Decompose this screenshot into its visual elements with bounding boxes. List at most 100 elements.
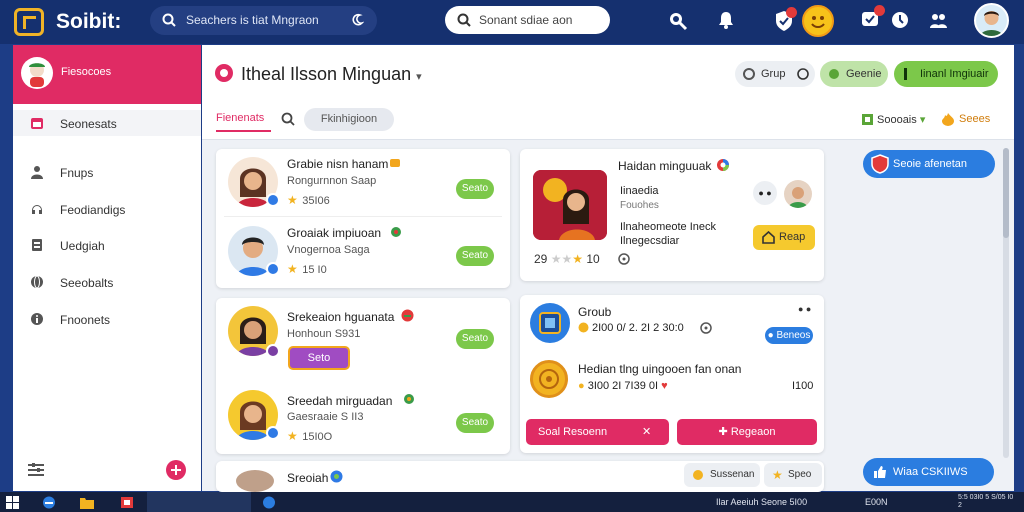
reap-button[interactable]: Reap — [753, 225, 815, 250]
seato-button[interactable]: Seato — [456, 329, 494, 349]
sidebar-item-uedgiah[interactable]: Uedgiah — [13, 234, 201, 258]
group-tag[interactable]: ● Beneos — [765, 327, 813, 344]
more-options-icon[interactable]: ● ● — [798, 304, 811, 314]
bell-icon[interactable] — [716, 10, 736, 30]
sidebar-item-label: Fnoonets — [60, 313, 111, 327]
moon-icon[interactable] — [350, 13, 364, 27]
seato-button[interactable]: Seato — [456, 413, 494, 433]
scrollbar-track[interactable] — [1003, 148, 1009, 458]
seato-button[interactable]: Seato — [456, 246, 494, 266]
notification-icon[interactable] — [860, 5, 885, 30]
filter-chip[interactable]: Fkinhigioon — [304, 108, 394, 131]
feature-thumbnail[interactable] — [533, 170, 607, 240]
people-icon[interactable] — [928, 10, 948, 30]
browser-icon[interactable] — [42, 496, 56, 509]
toggle-icon[interactable] — [797, 68, 809, 80]
tray-status: E00N — [865, 497, 888, 507]
settings-sliders-icon[interactable] — [28, 463, 44, 477]
folder-icon[interactable] — [80, 496, 94, 509]
list-item[interactable] — [228, 306, 280, 358]
seato-button[interactable]: Seato — [456, 179, 494, 199]
info-icon — [700, 322, 712, 334]
grup-button[interactable]: Grup — [735, 61, 815, 87]
windows-start-icon[interactable] — [6, 496, 20, 509]
chevron-down-icon[interactable]: ▾ — [416, 71, 422, 83]
grid-icon — [862, 114, 873, 125]
app-icon[interactable] — [262, 496, 276, 509]
coin-icon — [578, 322, 589, 333]
person-name: Groaiak impiuoan — [287, 226, 382, 240]
badge-icon — [391, 227, 401, 237]
person-meta: Rongurnnon Saap — [287, 175, 377, 187]
avatar — [236, 470, 274, 492]
group-member-avatar — [530, 360, 568, 398]
right-rail-bottom-button[interactable]: Wiaa CSKIIWS — [863, 458, 994, 486]
right-rail-top-button[interactable]: Seoie afenetan — [863, 150, 995, 178]
group-line-right: I100 — [792, 380, 814, 392]
secondary-search-input[interactable]: Sonant sdiae aon — [445, 6, 610, 34]
sidebar-item-seonesats[interactable]: Seonesats — [13, 112, 201, 136]
shield-icon[interactable] — [774, 7, 797, 32]
shield-icon — [871, 154, 889, 174]
seto-button[interactable]: Seto — [288, 346, 350, 370]
geenie-label: Geenie — [846, 68, 882, 80]
add-button[interactable] — [166, 460, 186, 480]
page-title[interactable]: Itheal Ilsson Minguan ▾ — [241, 64, 422, 85]
store-icon[interactable] — [120, 496, 134, 509]
grup-label: Grup — [761, 68, 786, 80]
sidebar-item-seeobalts[interactable]: Seeobalts — [13, 271, 201, 295]
settings-dropdown[interactable]: Soooais ▾ — [877, 113, 925, 126]
rating: ★ 15I0O — [287, 429, 333, 443]
record-icon — [215, 64, 233, 82]
app-logo-icon[interactable] — [14, 8, 44, 36]
user-icon — [31, 166, 43, 179]
tab-fienenats[interactable]: Fienenats — [216, 112, 264, 124]
sidebar-item-fnoonets[interactable]: Fnoonets — [13, 308, 201, 332]
list-item[interactable] — [228, 226, 280, 278]
star-icon: ★ — [287, 429, 298, 443]
active-tab-underline — [216, 130, 271, 132]
plus-icon: ✚ — [718, 426, 728, 438]
dot-icon: ● — [767, 330, 774, 341]
speo-button[interactable]: ★ Speo — [764, 463, 822, 487]
group-line: ● 3I00 2I 7I39 0I ♥ — [578, 380, 668, 392]
search-icon[interactable] — [281, 112, 295, 126]
search-icon[interactable] — [668, 11, 688, 31]
regeaon-button[interactable]: ✚ Regeaon — [677, 419, 817, 445]
avatar[interactable] — [784, 180, 812, 208]
sussenan-button[interactable]: Sussenan — [684, 463, 760, 487]
globe-icon — [31, 275, 43, 289]
person-name: Grabie nisn hanam — [287, 157, 389, 171]
house-icon — [762, 231, 775, 244]
person-meta: Honhoun S931 — [287, 328, 361, 340]
more-options-icon[interactable]: ● ● — [753, 181, 777, 205]
music-icon — [32, 205, 42, 214]
emoji-icon[interactable] — [802, 5, 834, 37]
clock-icon[interactable] — [891, 11, 909, 29]
badge-icon — [330, 470, 343, 483]
info-icon[interactable] — [618, 253, 630, 265]
chevron-down-icon: ▾ — [919, 114, 926, 126]
list-item[interactable] — [228, 390, 280, 442]
list-item[interactable] — [228, 157, 280, 209]
scrollbar-thumb[interactable] — [1003, 148, 1009, 238]
system-clock[interactable]: 5:5 03I0 5 S/05 I0 2 — [958, 494, 1016, 510]
badge-icon — [404, 394, 414, 404]
primary-cta-button[interactable]: Iinanl Imgiuair — [894, 61, 998, 87]
user-avatar[interactable] — [974, 3, 1009, 38]
close-icon[interactable]: ✕ — [642, 419, 651, 445]
verified-icon — [266, 193, 280, 207]
seees-link[interactable]: Seees — [959, 113, 990, 125]
coin-icon: ● — [578, 380, 585, 392]
sidebar-header[interactable]: Fiesocoes — [13, 45, 201, 104]
geenie-button[interactable]: Geenie — [820, 61, 888, 87]
fire-icon — [942, 113, 954, 126]
social-reason-button[interactable]: Soal Resoenn ✕ — [526, 419, 669, 445]
main-search-input[interactable]: Seachers is tiat Mngraon — [150, 6, 377, 35]
sidebar-item-fnups[interactable]: Fnups — [13, 161, 201, 185]
sidebar-item-label: Seeobalts — [60, 276, 114, 290]
feature-line: Ilnegecsdiar — [620, 235, 680, 247]
sidebar-item-feodiandigs[interactable]: Feodiandigs — [13, 198, 201, 222]
star-icon: ★ — [550, 252, 562, 266]
taskbar-active-window[interactable] — [147, 492, 251, 512]
